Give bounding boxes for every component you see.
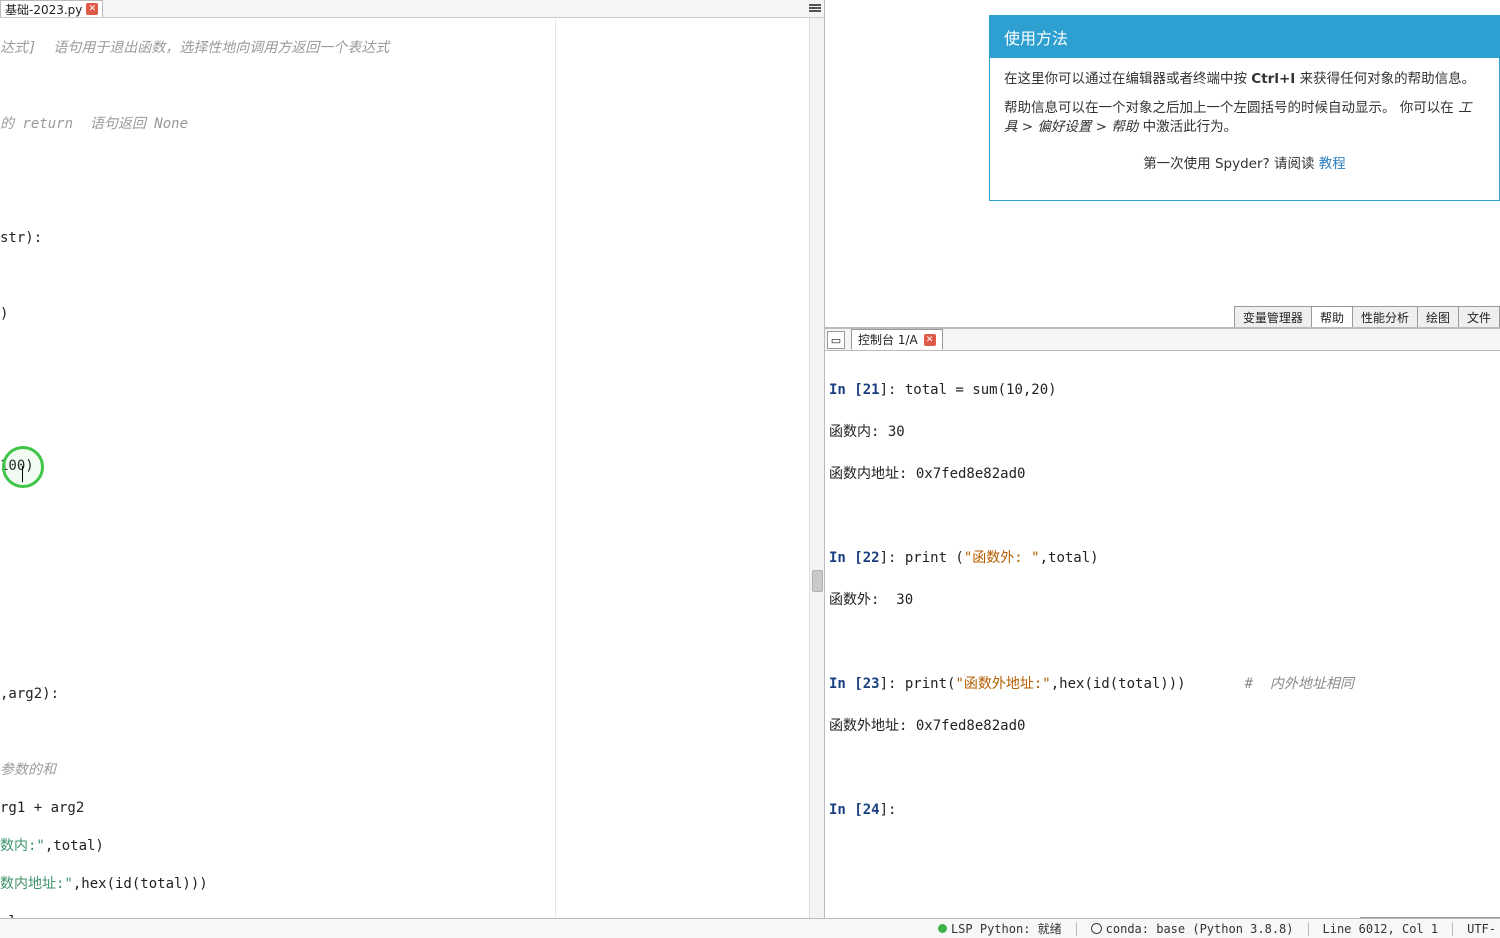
editor-line: ,hex(id(total))) [73,876,208,892]
console-out: 函数内地址: 0x7fed8e82ad0 [829,464,1496,485]
console-options-icon[interactable]: ▭ [827,331,845,349]
console-prompt-num: 22 [863,550,880,566]
console-line-str: "函数外: " [964,550,1040,566]
console-line: ,hex(id(total))) [1051,676,1186,692]
editor-line: 达式] 语句用于退出函数，选择性地向调用方返回一个表达式 [0,40,389,56]
status-conda-text: conda: base (Python 3.8.8) [1106,922,1294,936]
help-card: 使用方法 在这里你可以通过在编辑器或者终端中按 Ctrl+I 来获得任何对象的帮… [989,15,1500,201]
text-cursor [22,466,23,482]
tab-profiler[interactable]: 性能分析 [1352,306,1418,327]
console-line-str: "函数外地址:" [955,676,1050,692]
console-out: 函数内: 30 [829,422,1496,443]
editor-line-str: 数内:" [0,838,45,854]
status-conda[interactable]: conda: base (Python 3.8.8) [1091,922,1294,936]
console-panel: ▭ 控制台 1/A ✕ In [21]: total = sum(10,20) … [825,328,1500,938]
code-editor[interactable]: 达式] 语句用于退出函数，选择性地向调用方返回一个表达式 的 return 语句… [0,18,824,938]
console-line: ,total) [1040,550,1099,566]
help-text: 在这里你可以通过在编辑器或者终端中按 [1004,71,1251,87]
help-footer-text: 第一次使用 Spyder? 请阅读 [1143,156,1314,172]
editor-line: ,total) [45,838,104,854]
console-prompt-num: 21 [863,382,880,398]
console-output[interactable]: In [21]: total = sum(10,20) 函数内: 30 函数内地… [825,351,1500,938]
status-bar: LSP Python: 就绪 conda: base (Python 3.8.8… [0,918,1500,938]
console-line: ]: [880,802,905,818]
editor-panel: 基础-2023.py ✕ 达式] 语句用于退出函数，选择性地向调用方返回一个表达… [0,0,825,938]
scrollbar-thumb[interactable] [812,570,823,592]
editor-line: rg1 + arg2 [0,800,84,816]
editor-tab-filename: 基础-2023.py [5,1,82,18]
conda-icon [1091,923,1102,934]
editor-line: str): [0,230,42,246]
help-card-body: 在这里你可以通过在编辑器或者终端中按 Ctrl+I 来获得任何对象的帮助信息。 … [990,58,1499,200]
console-out: 函数外地址: 0x7fed8e82ad0 [829,716,1496,737]
status-line-col[interactable]: Line 6012, Col 1 [1323,922,1439,936]
editor-vertical-guide [555,18,556,938]
console-tabbar: ▭ 控制台 1/A ✕ [825,329,1500,351]
editor-line: ,arg2): [0,686,59,702]
right-panel: 使用方法 在这里你可以通过在编辑器或者终端中按 Ctrl+I 来获得任何对象的帮… [825,0,1500,938]
status-lsp[interactable]: LSP Python: 就绪 [938,920,1062,937]
editor-line: 的 return 语句返回 None [0,116,188,132]
editor-line: ) [0,306,8,322]
console-prompt-num: 24 [863,802,880,818]
console-line: ]: print( [880,676,956,692]
status-encoding[interactable]: UTF- [1467,922,1496,936]
right-upper-tabs: 变量管理器 帮助 性能分析 绘图 文件 [1235,306,1500,327]
close-icon[interactable]: ✕ [86,3,98,15]
help-tutorial-link[interactable]: 教程 [1319,156,1346,172]
tab-files[interactable]: 文件 [1458,306,1500,327]
console-line: ]: print ( [880,550,964,566]
close-icon[interactable]: ✕ [924,334,936,346]
editor-scrollbar[interactable] [809,18,824,938]
help-text: 来获得任何对象的帮助信息。 [1295,71,1475,87]
hamburger-icon[interactable] [808,1,822,15]
help-card-title: 使用方法 [990,16,1499,58]
tab-plots[interactable]: 绘图 [1417,306,1459,327]
help-text: 帮助信息可以在一个对象之后加上一个左圆括号的时候自动显示。 你可以在 [1004,100,1458,116]
cursor-highlight-icon [2,446,44,488]
status-ok-icon [938,924,947,933]
editor-tab[interactable]: 基础-2023.py ✕ [0,0,103,17]
console-comment: # 内外地址相同 [1245,676,1354,692]
console-prompt-num: 23 [863,676,880,692]
help-panel: 使用方法 在这里你可以通过在编辑器或者终端中按 Ctrl+I 来获得任何对象的帮… [825,0,1500,328]
help-shortcut: Ctrl+I [1251,71,1295,87]
console-tab[interactable]: 控制台 1/A ✕ [851,329,943,350]
help-text: 中激活此行为。 [1138,119,1237,135]
editor-line: 参数的和 [0,762,56,778]
tab-help[interactable]: 帮助 [1311,306,1353,327]
console-tab-label: 控制台 1/A [858,331,918,348]
console-out: 函数外: 30 [829,590,1496,611]
editor-tabbar: 基础-2023.py ✕ [0,0,824,18]
console-line: ]: total = sum(10,20) [880,382,1057,398]
status-lsp-text: LSP Python: 就绪 [951,920,1062,937]
tab-variable-explorer[interactable]: 变量管理器 [1234,306,1312,327]
editor-line-str: 数内地址:" [0,876,73,892]
